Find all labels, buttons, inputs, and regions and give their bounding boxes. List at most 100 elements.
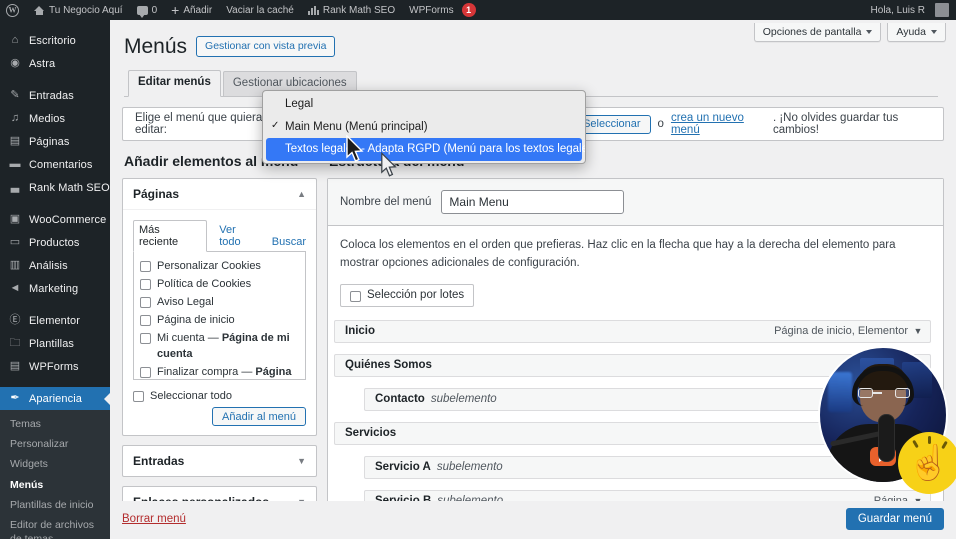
rankmath-icon: ▃ [10,181,20,193]
sidebar-subitem-widgets[interactable]: Widgets [0,454,110,474]
menu-name-row: Nombre del menú [328,179,943,227]
chevron-down-icon[interactable]: ▼ [908,326,928,336]
clear-cache-button[interactable]: Vaciar la caché [219,0,301,20]
list-item-label: Mi cuenta — Página de mi cuenta [157,331,290,360]
sidebar-item-plantillas[interactable]: 🗀 Plantillas [0,332,110,355]
help-button[interactable]: Ayuda [887,23,946,42]
sidebar-item-label: Análisis [29,259,68,272]
select-all-checkbox[interactable] [133,391,144,403]
list-item[interactable]: Mi cuenta — Página de mi cuenta [140,331,299,363]
menu-footer-bar: Borrar menú Guardar menú [122,501,944,539]
sidebar-item-label: Elementor [29,314,81,327]
sidebar-item-apariencia[interactable]: ✒ Apariencia [0,387,110,410]
sidebar-item-analisis[interactable]: ▥ Análisis [0,254,110,277]
dropdown-option-legal[interactable]: Legal [263,93,585,116]
entradas-postbox-header[interactable]: Entradas ▼ [123,446,316,476]
greeting-label: Hola, Luis R [870,4,925,16]
checkbox[interactable] [140,315,151,326]
sidebar-item-astra[interactable]: ◉ Astra [0,52,110,75]
list-item[interactable]: Finalizar compra — Página de pago [140,365,299,379]
sidebar-subitem-temas[interactable]: Temas [0,414,110,434]
sidebar-spacer-top [0,20,110,29]
sidebar-item-label: Comentarios [29,158,93,171]
my-account-button[interactable]: Hola, Luis R [864,0,956,20]
comments-button[interactable]: 0 [130,0,165,20]
sidebar-separator-4 [0,378,110,387]
select-all-row[interactable]: Seleccionar todo [133,389,306,403]
sidebar-item-comentarios[interactable]: ▬ Comentarios [0,153,110,176]
list-item[interactable]: Aviso Legal [140,295,299,311]
checkbox[interactable] [140,297,151,309]
save-menu-button[interactable]: Guardar menú [845,508,944,530]
sidebar-item-label: Medios [29,112,66,125]
menu-item-type: Página de inicio, Elementor [774,325,908,338]
menu-select-dropdown-list[interactable]: Legal Main Menu (Menú principal) Textos … [262,90,586,165]
sidebar-subitem-label: Temas [10,418,41,430]
sidebar-item-marketing[interactable]: ◄ Marketing [0,277,110,300]
or-label: o [657,118,664,131]
tab-buscar[interactable]: Buscar [272,236,306,248]
menu-item-title: Contacto [375,393,425,406]
sidebar-item-label: Escritorio [29,34,76,47]
menu-name-input[interactable] [441,190,625,215]
sidebar-subitem-label: Personalizar [10,438,69,451]
chevron-down-icon [931,30,937,34]
chevron-down-icon[interactable]: ▼ [297,456,306,466]
sidebar-item-rank-math-seo[interactable]: ▃ Rank Math SEO [0,176,110,199]
tab-editar-menus[interactable]: Editar menús [128,70,221,98]
tab-ver-todo[interactable]: Ver todo [219,224,260,248]
sidebar-item-label: Astra [29,57,56,70]
sidebar-item-label: Rank Math SEO [29,181,110,194]
rank-math-button[interactable]: Rank Math SEO [301,0,402,20]
manage-with-preview-button[interactable]: Gestionar con vista previa [196,35,336,58]
dashboard-icon: ⌂ [11,34,19,46]
tab-mas-reciente[interactable]: Más reciente [133,220,208,253]
sidebar-item-wpforms[interactable]: ▤ WPForms [0,355,110,378]
sidebar-item-medios[interactable]: ♫ Medios [0,107,110,130]
add-to-menu-button[interactable]: Añadir al menú [212,407,306,427]
create-new-menu-link[interactable]: crea un nuevo menú [671,112,766,136]
bulk-select-label: Selección por lotes [367,289,465,302]
list-item[interactable]: Política de Cookies [140,277,299,293]
wpforms-button[interactable]: WPForms 1 [402,0,482,20]
wordpress-logo-button[interactable] [0,0,27,20]
menu-item-row[interactable]: Inicio Página de inicio, Elementor ▼ [334,319,931,343]
sidebar-separator-3 [0,300,110,309]
astra-icon: ◉ [10,57,20,69]
sidebar-item-escritorio[interactable]: ⌂ Escritorio [0,29,110,52]
screen-options-button[interactable]: Opciones de pantalla [753,23,882,42]
checkbox[interactable] [140,279,151,291]
list-item-label: Personalizar Cookies [157,260,261,273]
checkbox[interactable] [140,366,151,378]
chevron-up-icon[interactable]: ▲ [297,189,306,199]
templates-icon: 🗀 [9,337,21,349]
dropdown-option-main-menu[interactable]: Main Menu (Menú principal) [263,116,585,139]
sidebar-subitem-personalizar[interactable]: Personalizar [0,434,110,454]
dropdown-option-textos-legales[interactable]: Textos legales - Adapta RGPD (Menú para … [266,138,585,162]
pages-postbox-header[interactable]: Páginas ▲ [123,179,316,211]
admin-sidebar: ⌂ Escritorio ◉ Astra ✎ Entradas ♫ Medios… [0,20,110,539]
new-content-label: Añadir [183,4,213,16]
checkbox[interactable] [140,261,151,273]
sidebar-subitem-plantillas-de-inicio[interactable]: Plantillas de inicio [0,495,110,515]
list-item[interactable]: Personalizar Cookies [140,259,299,275]
bulk-select-toggle[interactable]: Selección por lotes [340,283,475,307]
sidebar-item-productos[interactable]: ▭ Productos [0,231,110,254]
sidebar-subitem-editor-de-archivos[interactable]: Editor de archivos de temas [0,515,110,539]
new-content-button[interactable]: + Añadir [164,0,219,20]
sidebar-subitem-label: Editor de archivos de temas [10,518,95,539]
delete-menu-link[interactable]: Borrar menú [122,513,186,525]
sidebar-item-label: WPForms [29,360,79,373]
bulk-select-checkbox[interactable] [350,290,361,302]
sidebar-item-paginas[interactable]: ▤ Páginas [0,130,110,153]
list-item[interactable]: Página de inicio [140,313,299,329]
sidebar-subitem-menus[interactable]: Menús [0,475,110,495]
site-name-button[interactable]: Tu Negocio Aquí [27,0,130,20]
sidebar-item-woocommerce[interactable]: ▣ WooCommerce [0,208,110,231]
sidebar-subitem-label: Plantillas de inicio [10,498,94,511]
avatar [935,3,949,17]
checkbox[interactable] [140,332,151,344]
sidebar-item-elementor[interactable]: Ⓔ Elementor [0,309,110,332]
sidebar-item-entradas[interactable]: ✎ Entradas [0,84,110,107]
glasses-bridge [873,392,882,394]
